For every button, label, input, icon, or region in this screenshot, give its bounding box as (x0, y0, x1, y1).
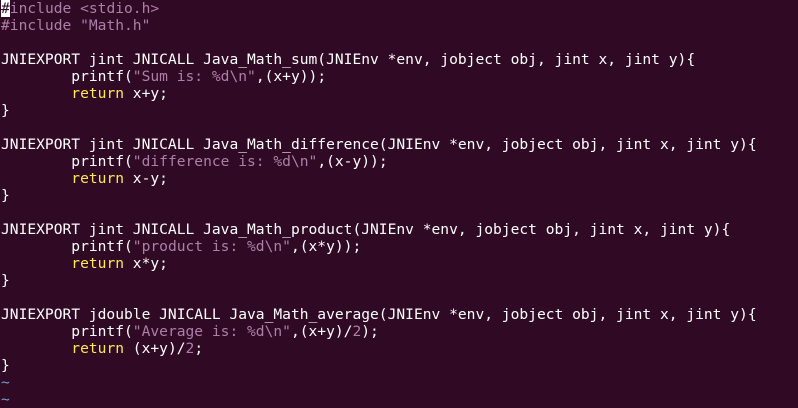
code-token: JNIEXPORT jint JNICALL Java_Math_differe… (1, 136, 757, 153)
code-line[interactable]: } (1, 102, 10, 119)
code-token: JNIEXPORT jint JNICALL Java_Math_product… (1, 221, 731, 238)
code-token: ,(x+y)); (255, 68, 327, 85)
code-token: ; (194, 340, 204, 357)
empty-buffer-line[interactable]: ~ (1, 391, 10, 408)
code-line[interactable]: return x+y; (1, 85, 168, 102)
code-token: 2 (352, 323, 362, 340)
code-line[interactable]: #include "Math.h" (1, 17, 150, 34)
code-line[interactable]: JNIEXPORT jint JNICALL Java_Math_differe… (1, 136, 757, 153)
code-token: } (1, 357, 10, 374)
code-token: } (1, 102, 10, 119)
code-token: "product is: %d\n" (132, 238, 291, 255)
empty-buffer-line[interactable]: ~ (1, 374, 10, 391)
code-token: 2 (185, 340, 195, 357)
code-line[interactable]: #include <stdio.h> (1, 0, 159, 17)
code-token: ~ (1, 374, 10, 391)
code-token: ); (361, 323, 379, 340)
code-line[interactable]: return (x+y)/2; (1, 340, 203, 357)
code-token: JNIEXPORT jdouble JNICALL Java_Math_aver… (1, 306, 757, 323)
code-token: return (71, 340, 125, 357)
code-token: ,(x+y)/ (290, 323, 353, 340)
code-token: } (1, 272, 10, 289)
code-token: #include "Math.h" (1, 17, 151, 34)
code-line[interactable]: return x*y; (1, 255, 168, 272)
text-cursor: # (1, 0, 10, 17)
code-token: return (71, 85, 125, 102)
code-token: x+y; (124, 85, 168, 102)
code-line[interactable]: } (1, 187, 10, 204)
code-token: JNIEXPORT jint JNICALL Java_Math_sum(JNI… (1, 51, 696, 68)
code-token: ,(x-y)); (317, 153, 388, 170)
code-token: printf( (1, 68, 133, 85)
code-token: "Average is: %d\n" (132, 323, 291, 340)
code-token: printf( (1, 323, 133, 340)
code-token: printf( (1, 238, 133, 255)
code-token: x-y; (124, 170, 168, 187)
code-line[interactable]: } (1, 357, 10, 374)
code-editor[interactable]: #include <stdio.h> #include "Math.h" JNIEX… (0, 0, 798, 408)
code-token: include <stdio.h> (9, 0, 160, 17)
code-token: printf( (1, 153, 133, 170)
code-token: } (1, 187, 10, 204)
code-token: ,(x*y)); (290, 238, 362, 255)
code-token: "difference is: %d\n" (132, 153, 318, 170)
code-line[interactable]: printf("difference is: %d\n",(x-y)); (1, 153, 388, 170)
code-token: return (71, 255, 125, 272)
code-line[interactable]: return x-y; (1, 170, 168, 187)
code-line[interactable]: } (1, 272, 10, 289)
code-line[interactable]: printf("Sum is: %d\n",(x+y)); (1, 68, 326, 85)
code-token: return (71, 170, 125, 187)
code-line[interactable]: JNIEXPORT jint JNICALL Java_Math_sum(JNI… (1, 51, 695, 68)
code-line[interactable]: JNIEXPORT jint JNICALL Java_Math_product… (1, 221, 730, 238)
code-line[interactable]: printf("product is: %d\n",(x*y)); (1, 238, 361, 255)
code-token: x*y; (124, 255, 168, 272)
code-token: (x+y)/ (124, 340, 186, 357)
code-line[interactable]: printf("Average is: %d\n",(x+y)/2); (1, 323, 379, 340)
code-token: ~ (1, 391, 10, 408)
code-line[interactable]: JNIEXPORT jdouble JNICALL Java_Math_aver… (1, 306, 757, 323)
code-token: "Sum is: %d\n" (132, 68, 256, 85)
